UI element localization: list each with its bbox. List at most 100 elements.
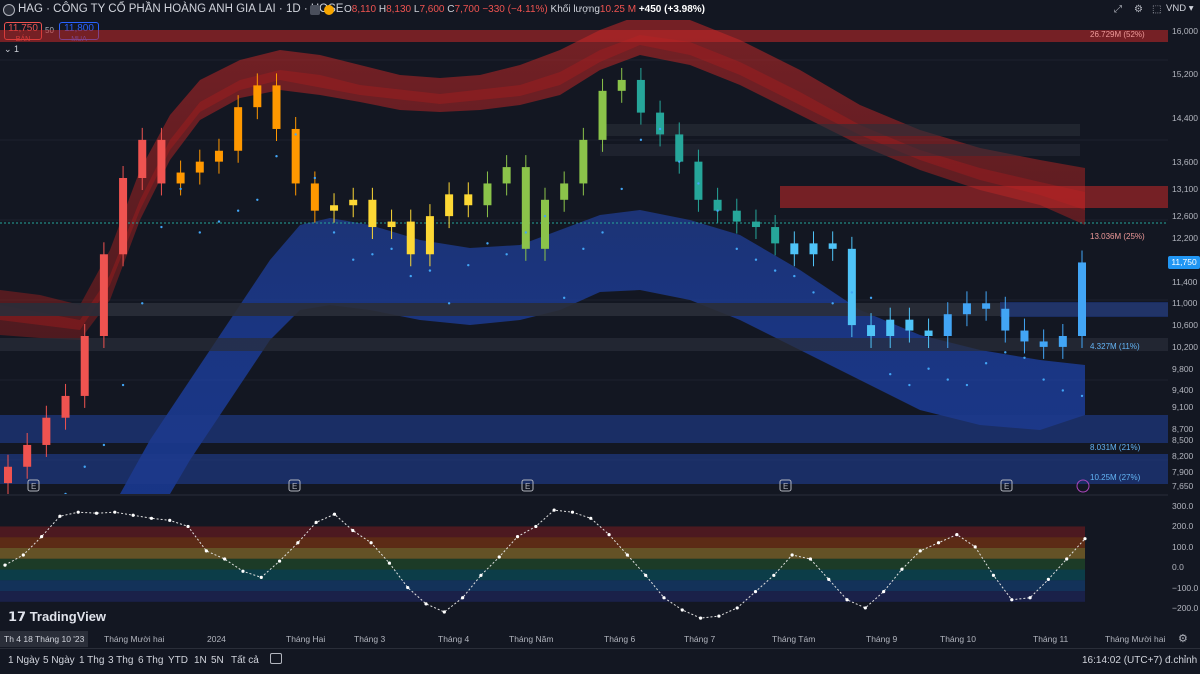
fullscreen-icon[interactable]: ⤢	[1114, 4, 1122, 15]
oscillator-point	[680, 608, 684, 612]
volume-change: +450 (+3.98%)	[638, 4, 706, 15]
trailing-dot	[773, 269, 777, 272]
candle-body	[157, 139, 166, 184]
candle-body	[579, 139, 588, 184]
range-button[interactable]: 5 Ngày	[43, 655, 75, 666]
candle-body	[636, 79, 645, 113]
date-range-icon[interactable]	[270, 653, 282, 664]
range-button[interactable]: 1 Thg	[79, 655, 104, 666]
oscillator-point	[717, 614, 721, 618]
settings-icon[interactable]: ⚙	[1134, 4, 1143, 15]
time-tick: Tháng 6	[604, 634, 636, 644]
ohlc-readout: O8,110 H8,130 L7,600 C7,700 −330 (−4.11%…	[344, 4, 706, 15]
oscillator-point	[296, 541, 300, 545]
change-value: −330 (−4.11%)	[482, 4, 548, 15]
time-tick: Tháng Mười hai	[1105, 634, 1166, 644]
trailing-dot	[294, 133, 297, 136]
trailing-dot	[658, 127, 662, 131]
time-axis[interactable]	[0, 630, 1168, 648]
oscillator-band	[0, 526, 1085, 538]
lower-blue-band	[120, 210, 1085, 494]
range-button[interactable]: Tất cả	[231, 655, 259, 666]
adjustment-toggle[interactable]: đ.chỉnh	[1165, 655, 1197, 666]
high-value: 8,130	[386, 4, 412, 15]
current-price-label: 11,750	[1168, 256, 1200, 270]
oscillator-point	[387, 561, 392, 565]
trailing-dot	[256, 198, 259, 201]
time-tick: 2024	[207, 634, 226, 644]
candle-body	[905, 319, 914, 331]
trailing-dot	[313, 176, 317, 180]
candle-body	[751, 221, 760, 228]
svg-text:E: E	[525, 482, 530, 491]
candle-body	[464, 194, 473, 206]
time-tick: Tháng 11	[1033, 634, 1069, 644]
snapshot-icon[interactable]: ⬚	[1152, 4, 1161, 15]
range-button[interactable]: 1 Ngày	[8, 655, 40, 666]
candle-body	[598, 90, 607, 140]
price-tick: 8,200	[1172, 450, 1194, 461]
oscillator-point	[497, 555, 501, 559]
candle-body	[1078, 262, 1086, 336]
oscillator-point	[991, 573, 996, 577]
trailing-dot	[160, 225, 163, 229]
price-tick: 9,100	[1172, 401, 1194, 412]
oscillator-point	[753, 590, 758, 594]
oscillator-point	[845, 598, 849, 602]
volume-label: Khối lượng	[550, 4, 600, 15]
trailing-dot	[984, 362, 988, 365]
symbol-title[interactable]: HAG · CÔNG TY CỔ PHẦN HOÀNG ANH GIA LAI …	[18, 3, 343, 15]
range-button[interactable]: 3 Thg	[108, 655, 133, 666]
trailing-dot	[236, 209, 240, 212]
oscillator-point	[589, 516, 593, 520]
candle-body	[176, 172, 185, 184]
oscillator-point	[827, 577, 831, 582]
time-tick: Tháng Hai	[286, 634, 326, 644]
range-button[interactable]: 6 Thg	[138, 655, 163, 666]
trailing-dot	[716, 209, 719, 212]
close-value: 7,700	[454, 4, 480, 15]
oscillator-tick: −200.0	[1172, 602, 1199, 613]
oscillator-pane[interactable]	[0, 494, 1168, 630]
price-tick: 13,100	[1172, 183, 1198, 194]
trailing-dot	[83, 465, 86, 468]
trailing-dot	[754, 258, 758, 261]
oscillator-point	[351, 528, 355, 533]
candle-body	[828, 243, 837, 249]
candle-body	[502, 167, 511, 184]
oscillator-point	[479, 573, 483, 577]
trailing-dot	[352, 258, 355, 261]
oscillator-point	[40, 535, 44, 539]
price-tick: 7,900	[1172, 467, 1194, 478]
candle-body	[349, 199, 358, 206]
price-chart[interactable]: EEEEE	[0, 20, 1168, 494]
svg-text:E: E	[1004, 482, 1009, 491]
candle-body	[80, 336, 89, 396]
candle-body	[138, 139, 147, 178]
axis-settings-icon[interactable]: ⚙	[1178, 632, 1188, 645]
oscillator-point	[21, 553, 25, 557]
price-tick: 10,200	[1172, 341, 1198, 352]
oscillator-band	[0, 558, 1085, 570]
trailing-dot	[1004, 351, 1007, 354]
time-tick: Tháng 7	[684, 634, 716, 644]
currency-selector[interactable]: VND ▾	[1166, 3, 1193, 14]
trailing-dot	[390, 247, 393, 251]
open-value: 8,110	[351, 4, 377, 15]
trailing-dot	[1061, 389, 1065, 392]
clock[interactable]: 16:14:02 (UTC+7)	[1082, 655, 1162, 666]
candle-body	[234, 107, 243, 151]
oscillator-point	[882, 590, 886, 594]
trailing-dot	[1023, 356, 1026, 359]
crosshair-date-label: Th 4 18 Tháng 10 '23	[0, 631, 89, 647]
candle-body	[771, 227, 780, 244]
trailing-dot	[793, 274, 796, 278]
trailing-dot	[735, 247, 738, 251]
oscillator-point	[3, 563, 7, 567]
range-button[interactable]: 1N	[194, 655, 207, 666]
range-button[interactable]: 5N	[211, 655, 224, 666]
range-button[interactable]: YTD	[168, 655, 188, 666]
trailing-dot	[582, 247, 585, 251]
oscillator-point	[918, 549, 922, 553]
time-tick: Tháng 10	[940, 634, 976, 644]
